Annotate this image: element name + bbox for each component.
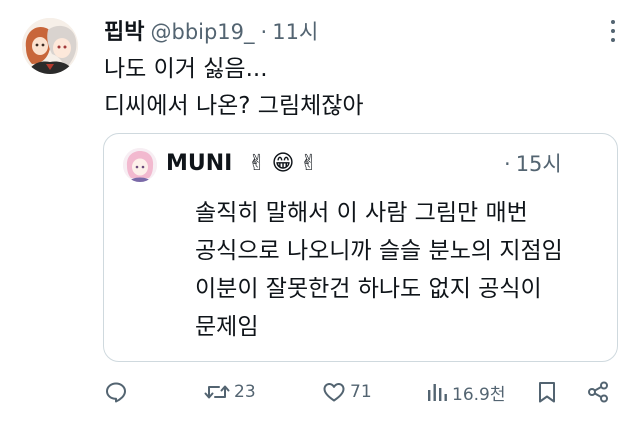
- separator-dot: ·: [504, 152, 511, 176]
- share-button[interactable]: [586, 378, 610, 406]
- quoted-time: 15시: [515, 152, 562, 176]
- avatar[interactable]: [22, 18, 78, 74]
- tweet-text: 나도 이거 싫음... 디씨에서 나온? 그림체잖아: [104, 51, 364, 125]
- victory-hand-emoji: ✌: [299, 151, 319, 176]
- more-dots-icon[interactable]: [610, 20, 616, 42]
- display-name[interactable]: 핍박: [104, 14, 144, 46]
- quoted-text: 솔직히 말해서 이 사람 그림만 매번 공식으로 나오니까 슬슬 분노의 지점임…: [195, 194, 563, 346]
- action-bar: 23 71 16.9천: [0, 372, 640, 412]
- reply-icon: [106, 382, 126, 403]
- quoted-text-line: 솔직히 말해서 이 사람 그림만 매번: [195, 200, 528, 226]
- quoted-timestamp: · 15시: [504, 148, 562, 180]
- timestamp[interactable]: 11시: [272, 16, 318, 46]
- retweet-icon: [204, 385, 230, 399]
- like-button[interactable]: 71: [322, 378, 372, 406]
- share-icon: [588, 381, 608, 403]
- quoted-tweet[interactable]: MUNI ✌ 😁 ✌ · 15시 솔직히 말해서 이 사람 그림만 매번 공식으로…: [103, 133, 618, 362]
- quoted-text-line: 문제임: [195, 314, 259, 340]
- separator-dot: ·: [260, 20, 268, 44]
- bookmark-icon: [539, 382, 555, 403]
- bookmark-button[interactable]: [536, 378, 558, 406]
- quoted-text-line: 공식으로 나오니까 슬슬 분노의 지점임: [195, 238, 563, 264]
- views-count: 16.9천: [452, 384, 506, 405]
- tweet: 핍박 @bbip19_ · 11시 나도 이거 싫음... 디씨에서 나온? 그…: [0, 0, 640, 422]
- retweet-button[interactable]: 23: [204, 378, 256, 406]
- tweet-text-line: 디씨에서 나온? 그림체잖아: [104, 93, 364, 119]
- quoted-text-line: 이분이 잘못한건 하나도 없지 공식이: [195, 276, 542, 302]
- tweet-text-line: 나도 이거 싫음...: [104, 56, 268, 82]
- retweet-count: 23: [234, 382, 256, 402]
- like-count: 71: [350, 382, 372, 402]
- reply-button[interactable]: [104, 378, 128, 406]
- heart-icon: [323, 383, 345, 402]
- quoted-display-name: MUNI: [166, 151, 233, 176]
- views-chart-icon: [428, 384, 447, 401]
- views-button[interactable]: 16.9천: [426, 378, 506, 406]
- tweet-header: 핍박 @bbip19_ · 11시: [104, 14, 318, 46]
- quoted-avatar: [123, 148, 157, 182]
- user-handle[interactable]: @bbip19_: [150, 20, 254, 44]
